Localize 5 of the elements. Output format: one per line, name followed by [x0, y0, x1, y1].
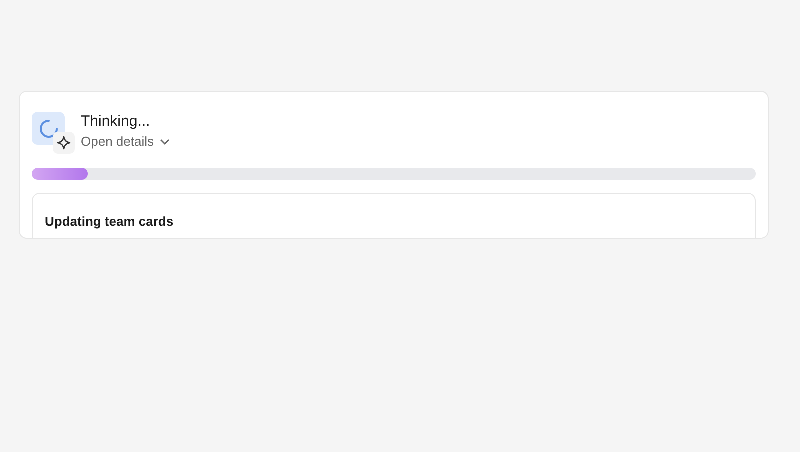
chevron-icon — [160, 138, 170, 146]
status-title: Thinking... — [81, 113, 152, 130]
task-title: Updating team cards — [45, 214, 174, 229]
open-details-link[interactable]: Open details — [81, 134, 170, 149]
sparkle-icon — [53, 132, 75, 154]
